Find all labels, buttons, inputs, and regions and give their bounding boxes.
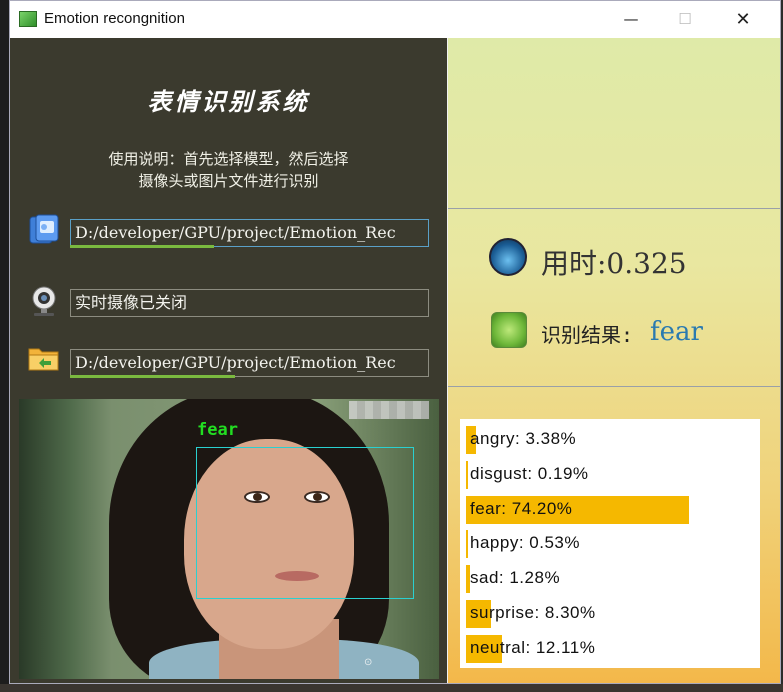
model-path-field[interactable]: D:/developer/GPU/project/Emotion_Rec (70, 219, 429, 247)
instructions-line-1: 使用说明：首先选择模型，然后选择 (108, 150, 349, 168)
minimize-button[interactable]: — (608, 1, 654, 38)
emotion-row-neutral: neutral: 12.11% (466, 632, 756, 664)
desktop-taskbar-strip (0, 684, 783, 692)
folder-open-icon[interactable] (27, 341, 61, 375)
app-icon (19, 11, 37, 27)
emotion-row-disgust: disgust: 0.19% (466, 458, 756, 490)
result-value: fear (650, 317, 703, 347)
instructions: 使用说明：首先选择模型，然后选择 摄像头或图片文件进行识别 (10, 148, 447, 192)
app-window: Emotion recongnition — ☐ ✕ 表情识别系统 使用说明：首… (9, 0, 781, 684)
emotion-row-angry: angry: 3.38% (466, 423, 756, 455)
instructions-line-2: 摄像头或图片文件进行识别 (138, 172, 319, 190)
emotion-probability-chart: angry: 3.38% disgust: 0.19% fear: 74.20% ha… (460, 419, 760, 668)
emotion-label-sad: sad: 1.28% (470, 568, 561, 588)
webcam-icon[interactable] (27, 284, 61, 318)
elapsed-time: 用时:0.325 (541, 247, 687, 280)
radar-icon (491, 312, 527, 348)
image-load-progress (70, 375, 236, 378)
emotion-label-happy: happy: 0.53% (470, 533, 580, 553)
emotion-row-surprise: surprise: 8.30% (466, 597, 756, 629)
emotion-row-sad: sad: 1.28% (466, 562, 756, 594)
speedometer-icon (489, 238, 527, 276)
emotion-label-disgust: disgust: 0.19% (470, 463, 589, 483)
face-detection-box (196, 447, 414, 599)
detection-label: fear (197, 420, 238, 440)
desktop-background (0, 0, 9, 692)
control-panel: 表情识别系统 使用说明：首先选择模型，然后选择 摄像头或图片文件进行识别 D:/… (10, 38, 447, 683)
divider-top (448, 208, 780, 209)
result-label: 识别结果: (541, 323, 634, 347)
image-path-field[interactable]: D:/developer/GPU/project/Emotion_Rec (70, 349, 429, 377)
model-load-progress (70, 245, 214, 248)
emotion-label-surprise: surprise: 8.30% (470, 603, 596, 622)
emotion-label-fear: fear: 74.20% (470, 498, 573, 518)
watermark-icon: ⊙ (364, 657, 373, 668)
maximize-button[interactable]: ☐ (662, 1, 708, 38)
emotion-label-angry: angry: 3.38% (470, 429, 577, 448)
input-image: fear ⊙ (19, 399, 439, 679)
close-button[interactable]: ✕ (720, 1, 766, 38)
emotion-label-neutral: neutral: 12.11% (470, 637, 596, 657)
file-open-icon[interactable] (27, 213, 61, 247)
emotion-bar-disgust (466, 460, 468, 489)
app-heading: 表情识别系统 (147, 87, 310, 116)
window-title: Emotion recongnition (44, 10, 185, 27)
emotion-row-fear: fear: 74.20% (466, 493, 756, 525)
photo-blur-patch (349, 401, 429, 419)
title-bar: Emotion recongnition — ☐ ✕ (10, 1, 780, 38)
emotion-bar-happy (466, 530, 468, 559)
divider-bottom (448, 386, 780, 387)
result-panel: 用时:0.325 识别结果: fear angry: 3.38% disgust:… (448, 38, 780, 683)
emotion-row-happy: happy: 0.53% (466, 527, 756, 559)
camera-status-field[interactable]: 实时摄像已关闭 (70, 289, 429, 317)
